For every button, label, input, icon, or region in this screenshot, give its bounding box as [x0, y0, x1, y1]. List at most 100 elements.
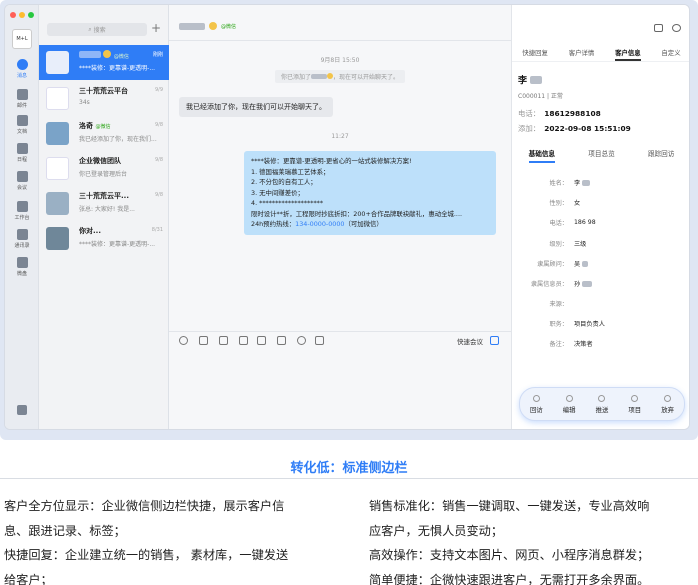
info-key: 隶属顾问： [537, 261, 568, 268]
scissors-icon[interactable] [199, 336, 208, 345]
customer-phone: 电话： 18612988108 [518, 108, 601, 119]
project-icon [631, 394, 639, 402]
redacted-value [582, 280, 593, 287]
info-key: 姓名： [549, 180, 568, 187]
nav-meeting[interactable]: 会议 [5, 167, 39, 195]
chat-preview: ****装修：更靠谱-更透明-... [79, 241, 156, 248]
project-button[interactable]: 项目 [628, 394, 641, 414]
info-row: 来源： [512, 299, 689, 308]
chat-item[interactable]: 企业微信团队 你已登录管理后台 9/8 [39, 151, 169, 186]
chat-preview: 我已经添加了你，现在我们... [79, 136, 157, 143]
tab-follow-up[interactable]: 跟踪回访 [648, 148, 674, 163]
more-icon[interactable] [17, 405, 27, 415]
nav-workbench[interactable]: 工作台 [5, 197, 39, 225]
todo-icon[interactable] [257, 336, 266, 345]
minimize-window-button[interactable] [19, 12, 25, 18]
avatar [46, 192, 69, 215]
edit-button[interactable]: 编辑 [563, 394, 576, 414]
tab-project-overview[interactable]: 项目总览 [588, 148, 614, 163]
info-value: 孙 [574, 279, 593, 288]
chat-item[interactable]: 三十荒荒云平... 张总: 大家好! 我是... 9/8 [39, 186, 169, 221]
add-icon[interactable]: + [151, 20, 161, 36]
search-input[interactable]: ⌕ 搜索 [47, 23, 147, 36]
redacted-name [79, 51, 101, 58]
message-line: ****装修：更靠谱-更透明-更省心的一站式装修解决方案! [251, 157, 412, 165]
revisit-button[interactable]: 回访 [530, 394, 543, 414]
close-window-button[interactable] [10, 12, 16, 18]
info-row: 电话： 186 98 [512, 218, 689, 227]
nav-docs[interactable]: 文档 [5, 111, 39, 139]
outgoing-message[interactable]: ****装修：更靠谱-更透明-更省心的一站式装修解决方案! 1. 德国福莱瑞慕工… [244, 151, 496, 235]
redacted-name [311, 74, 327, 79]
system-message: 你已添加了 ，现在可以开始聊天了。 [169, 70, 511, 83]
mail-icon [16, 89, 28, 100]
chat-time: 8/31 [151, 227, 163, 233]
search-placeholder: 搜索 [93, 27, 106, 34]
tab-basic-info[interactable]: 基础信息 [528, 148, 556, 163]
screen-share-icon[interactable] [315, 336, 324, 345]
tab-customer-detail[interactable]: 客户详情 [569, 44, 595, 61]
added-value: 2022-09-08 15:51:09 [544, 124, 631, 133]
image-icon[interactable] [219, 336, 228, 345]
redacted-value [582, 260, 589, 267]
info-value: 决策者 [574, 341, 593, 348]
phone-icon[interactable] [297, 336, 306, 345]
video-call-icon[interactable] [654, 24, 663, 32]
nav-contacts[interactable]: 通讯录 [5, 225, 39, 253]
tab-quick-reply[interactable]: 快捷回复 [522, 44, 548, 61]
emoji-icon [209, 22, 217, 30]
nav-label: 工作台 [14, 215, 30, 221]
action-bar: 回访 编辑 推送 项目 放弃 [519, 387, 685, 421]
system-message-text: ，现在可以开始聊天了。 [333, 74, 400, 81]
info-value: 李 [574, 178, 591, 187]
caption-line-text: 销售标准化：销售一键调取、一键发送，专业高效响 [369, 499, 650, 513]
folder-icon[interactable] [277, 336, 286, 345]
avatar[interactable]: M+L [12, 29, 32, 49]
info-tabs: 基础信息 项目总览 跟踪回访 [512, 148, 689, 163]
caption-line-text: 快捷回复：企业建立统一的销售， 素材库，一键发送 [4, 548, 289, 562]
tab-custom[interactable]: 自定义 [661, 44, 680, 61]
system-time: 11:27 [331, 133, 349, 140]
emoji-button[interactable] [179, 336, 188, 345]
side-top-icons [654, 24, 681, 32]
chat-name: 三十荒荒云平... [79, 192, 129, 200]
tab-customer-info[interactable]: 客户信息 [615, 44, 641, 61]
action-label: 推送 [595, 405, 609, 414]
maximize-window-button[interactable] [28, 12, 34, 18]
incoming-message[interactable]: 我已经添加了你，现在我们可以开始聊天了。 [179, 97, 333, 117]
customer-added: 添加： 2022-09-08 15:51:09 [518, 123, 631, 134]
screenshot-frame: M+L 消息 邮件 文档 日程 会议 工作台 通讯录 微盘 ⌕ 搜索 + @微信… [0, 0, 698, 440]
customer-name: 李 [518, 73, 543, 86]
quick-meeting-button[interactable]: 快速会议 [457, 336, 483, 346]
info-key: 职务： [549, 321, 568, 328]
nav-calendar[interactable]: 日程 [5, 139, 39, 167]
info-key: 来源： [549, 301, 568, 308]
hotline-label: 24h预约热线： [251, 220, 296, 228]
sidebar-toggle-icon[interactable] [490, 336, 499, 345]
app-window: M+L 消息 邮件 文档 日程 会议 工作台 通讯录 微盘 ⌕ 搜索 + @微信… [4, 4, 690, 430]
caption-right: 销售标准化：销售一键调取、一键发送，专业高效响 应客户，无惧人员变动； 高效操作… [369, 494, 695, 585]
chat-panel: @微信 9月8日 15:50 你已添加了 ，现在可以开始聊天了。 我已经添加了你，… [169, 5, 511, 429]
search-icon: ⌕ [88, 25, 92, 33]
hotline-link[interactable]: 134-0000-0000 [295, 220, 344, 228]
info-value: 女 [574, 200, 581, 207]
chat-item[interactable]: 洛奇 @微信 我已经添加了你，现在我们... 9/8 [39, 116, 169, 151]
push-button[interactable]: 推送 [595, 394, 609, 414]
add-contact-icon[interactable] [672, 24, 681, 32]
abandon-button[interactable]: 放弃 [661, 394, 674, 414]
nav-messages[interactable]: 消息 [5, 55, 39, 83]
nav-label: 邮件 [16, 103, 27, 109]
chat-item[interactable]: @微信 ****装修：更靠谱-更透明-... 刚刚 [39, 45, 169, 80]
file-icon[interactable] [239, 336, 248, 345]
customer-id: C000011 | 正常 [518, 93, 563, 100]
nav-mail[interactable]: 邮件 [5, 85, 39, 113]
info-value: 三级 [574, 241, 587, 248]
send-icon [598, 394, 606, 402]
info-row: 隶属信息员： 孙 [512, 279, 689, 288]
chat-item[interactable]: 你对... ****装修：更靠谱-更透明-... 8/31 [39, 221, 169, 256]
nav-drive[interactable]: 微盘 [5, 253, 39, 281]
chat-name: 洛奇 @微信 [79, 121, 163, 131]
chat-preview: 张总: 大家好! 我是... [79, 206, 135, 213]
chat-item[interactable]: 三十荒荒云平台 34s 9/9 [39, 81, 169, 116]
contacts-icon [16, 229, 28, 240]
